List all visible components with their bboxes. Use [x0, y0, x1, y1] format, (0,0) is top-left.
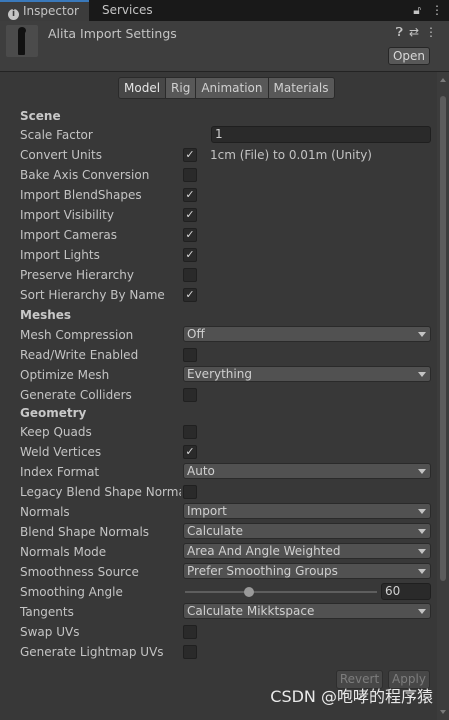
chevron-down-icon [418, 469, 426, 474]
normals-label: Normals [20, 505, 70, 519]
mesh-compression-dropdown[interactable]: Off [183, 326, 431, 342]
section-geometry: Geometry [20, 406, 87, 420]
tab-animation[interactable]: Animation [195, 77, 269, 99]
read-write-label: Read/Write Enabled [20, 348, 139, 362]
generate-colliders-label: Generate Colliders [20, 388, 132, 402]
vertical-scrollbar[interactable] [437, 72, 449, 720]
tab-inspector-label: Inspector [23, 4, 79, 18]
page-title: Alita Import Settings [48, 26, 177, 41]
bake-axis-checkbox[interactable] [183, 168, 197, 182]
tab-services[interactable]: Services [95, 0, 165, 21]
normals-mode-dropdown[interactable]: Area And Angle Weighted [183, 543, 431, 559]
blend-shape-normals-dropdown[interactable]: Calculate [183, 523, 431, 539]
chevron-down-icon [418, 372, 426, 377]
watermark: CSDN @咆哮的程序猿 [270, 687, 433, 706]
import-blendshapes-checkbox[interactable]: ✓ [183, 188, 197, 202]
info-icon: i [8, 9, 19, 20]
chevron-down-icon [418, 529, 426, 534]
import-lights-checkbox[interactable]: ✓ [183, 248, 197, 262]
index-format-label: Index Format [20, 465, 100, 479]
section-meshes: Meshes [20, 308, 72, 322]
smoothness-source-value: Prefer Smoothing Groups [187, 564, 338, 578]
tab-bar-icons: 🔓︎ ⋮ [403, 0, 443, 21]
smoothing-angle-slider[interactable] [185, 591, 377, 593]
normals-mode-label: Normals Mode [20, 545, 107, 559]
section-scene: Scene [20, 109, 61, 123]
bake-axis-label: Bake Axis Conversion [20, 168, 150, 182]
smoothing-angle-label: Smoothing Angle [20, 585, 123, 599]
tab-inspector[interactable]: i Inspector [0, 0, 89, 21]
scale-factor-input[interactable]: 1 [211, 126, 431, 143]
index-format-dropdown[interactable]: Auto [183, 463, 431, 479]
chevron-down-icon [418, 569, 426, 574]
header-icons: ❓︎ ⇄ ⋮ [390, 25, 437, 40]
smoothness-source-label: Smoothness Source [20, 565, 139, 579]
inspector-header: Alita Import Settings ❓︎ ⇄ ⋮ Open [0, 21, 449, 72]
tab-bar: i Inspector Services 🔓︎ ⋮ [0, 0, 449, 21]
tangents-label: Tangents [20, 605, 74, 619]
scroll-up-icon[interactable] [440, 78, 446, 82]
import-cameras-label: Import Cameras [20, 228, 117, 242]
optimize-mesh-label: Optimize Mesh [20, 368, 110, 382]
import-blendshapes-label: Import BlendShapes [20, 188, 142, 202]
index-format-value: Auto [187, 464, 215, 478]
preserve-hierarchy-label: Preserve Hierarchy [20, 268, 134, 282]
normals-mode-value: Area And Angle Weighted [187, 544, 341, 558]
keep-quads-checkbox[interactable] [183, 425, 197, 439]
weld-vertices-label: Weld Vertices [20, 445, 102, 459]
more-icon[interactable]: ⋮ [431, 3, 443, 17]
import-visibility-label: Import Visibility [20, 208, 114, 222]
tangents-dropdown[interactable]: Calculate Mikktspace [183, 603, 431, 619]
mesh-compression-value: Off [187, 327, 205, 341]
import-cameras-checkbox[interactable]: ✓ [183, 228, 197, 242]
import-lights-label: Import Lights [20, 248, 100, 262]
model-thumbnail [6, 25, 38, 57]
help-icon[interactable]: ❓︎ [396, 25, 403, 39]
more-icon[interactable]: ⋮ [425, 25, 437, 39]
mesh-compression-label: Mesh Compression [20, 328, 134, 342]
blend-shape-normals-value: Calculate [187, 524, 244, 538]
optimize-mesh-value: Everything [187, 367, 252, 381]
read-write-checkbox[interactable] [183, 348, 197, 362]
preset-icon[interactable]: ⇄ [409, 25, 419, 39]
chevron-down-icon [418, 332, 426, 337]
swap-uvs-label: Swap UVs [20, 625, 80, 639]
generate-lightmap-uvs-label: Generate Lightmap UVs [20, 645, 164, 659]
sort-hierarchy-label: Sort Hierarchy By Name [20, 288, 165, 302]
import-tabs: Model Rig Animation Materials [118, 77, 335, 99]
sort-hierarchy-checkbox[interactable]: ✓ [183, 288, 197, 302]
legacy-blend-checkbox[interactable] [183, 485, 197, 499]
chevron-down-icon [418, 609, 426, 614]
chevron-down-icon [418, 509, 426, 514]
preserve-hierarchy-checkbox[interactable] [183, 268, 197, 282]
tab-rig[interactable]: Rig [165, 77, 197, 99]
smoothing-angle-handle[interactable] [244, 587, 254, 597]
optimize-mesh-dropdown[interactable]: Everything [183, 366, 431, 382]
smoothing-angle-input[interactable]: 60 [381, 583, 431, 600]
tangents-value: Calculate Mikktspace [187, 604, 315, 618]
generate-colliders-checkbox[interactable] [183, 388, 197, 402]
tab-services-label: Services [102, 3, 153, 17]
chevron-down-icon [418, 549, 426, 554]
convert-units-note: 1cm (File) to 0.01m (Unity) [210, 148, 372, 162]
tab-materials[interactable]: Materials [267, 77, 335, 99]
open-button[interactable]: Open [388, 47, 430, 65]
smoothness-source-dropdown[interactable]: Prefer Smoothing Groups [183, 563, 431, 579]
convert-units-label: Convert Units [20, 148, 102, 162]
convert-units-checkbox[interactable]: ✓ [183, 148, 197, 162]
lock-icon[interactable]: 🔓︎ [413, 3, 421, 17]
keep-quads-label: Keep Quads [20, 425, 92, 439]
normals-dropdown[interactable]: Import [183, 503, 431, 519]
normals-value: Import [187, 504, 227, 518]
import-visibility-checkbox[interactable]: ✓ [183, 208, 197, 222]
swap-uvs-checkbox[interactable] [183, 625, 197, 639]
weld-vertices-checkbox[interactable]: ✓ [183, 445, 197, 459]
generate-lightmap-uvs-checkbox[interactable] [183, 645, 197, 659]
scale-factor-label: Scale Factor [20, 128, 93, 142]
tab-model[interactable]: Model [118, 77, 167, 99]
blend-shape-normals-label: Blend Shape Normals [20, 525, 150, 539]
scroll-down-icon[interactable] [440, 710, 446, 714]
scroll-thumb[interactable] [440, 96, 446, 581]
legacy-blend-label: Legacy Blend Shape Normals [20, 485, 181, 499]
